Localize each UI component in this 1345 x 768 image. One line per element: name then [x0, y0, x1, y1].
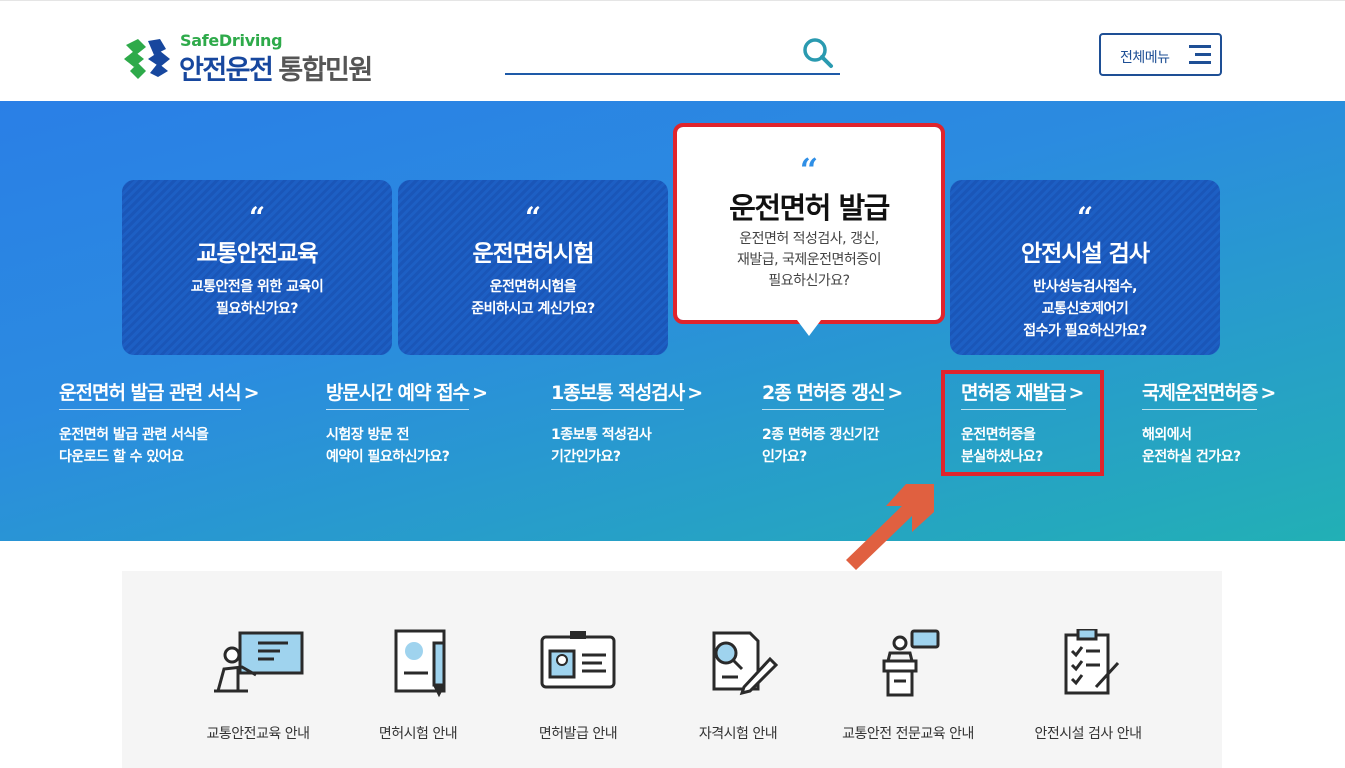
chevron-right-icon: > [243, 382, 260, 404]
link-class2-renewal[interactable]: 2종 면허증 갱신 > 2종 면허증 갱신기간인가요? [762, 378, 903, 468]
chevron-right-icon: > [472, 382, 488, 404]
link-title: 국제운전면허증 [1142, 378, 1258, 410]
hero-section: “ 교통안전교육 교통안전을 위한 교육이 필요하신가요? “ 운전면허시험 운… [0, 101, 1345, 541]
service-guide-panel: 교통안전교육 안내 면허시험 안내 면허발급 안내 자격시험 안내 교통안전 전… [122, 571, 1222, 768]
card-desc-line: 운전면허시험을 [489, 279, 577, 295]
service-label: 교통안전 전문교육 안내 [842, 726, 974, 742]
full-menu-button[interactable]: 전체메뉴 [1099, 33, 1222, 76]
service-safety-facility-inspection[interactable]: 안전시설 검사 안내 [1008, 571, 1168, 768]
chevron-right-icon: > [687, 382, 704, 404]
quote-icon: “ [524, 201, 542, 234]
search-input[interactable] [505, 73, 840, 75]
card-desc: 반사성능검사접수, 교통신호제어기 접수가 필요하신가요? [950, 276, 1220, 342]
card-desc-line: 운전면허 적성검사, 갱신, [739, 231, 879, 247]
service-license-issuance[interactable]: 면허발급 안내 [498, 571, 658, 768]
quote-icon: “ [1076, 201, 1094, 234]
link-desc-line: 시험장 방문 전 [326, 427, 410, 443]
annotation-arrow-icon [846, 484, 934, 574]
link-desc: 운전면허 발급 관련 서식을다운로드 할 수 있어요 [59, 424, 260, 468]
link-international-license[interactable]: 국제운전면허증 > 해외에서운전하실 건가요? [1142, 378, 1276, 468]
qualification-exam-icon [712, 631, 779, 696]
link-desc-line: 2종 면허증 갱신기간 [762, 427, 880, 443]
service-license-exam[interactable]: 면허시험 안내 [338, 571, 498, 768]
card-desc-line: 교통안전을 위한 교육이 [190, 279, 324, 295]
highlight-box [941, 370, 1104, 476]
link-title: 2종 면허증 갱신 [762, 378, 885, 410]
link-desc: 2종 면허증 갱신기간인가요? [762, 424, 903, 468]
link-desc-line: 운전면허 발급 관련 서식을 [59, 427, 209, 443]
speaker-podium-icon [882, 629, 940, 697]
logo-title-gray: 통합민원 [278, 55, 373, 86]
card-license-issuance[interactable]: “ 운전면허 발급 운전면허 적성검사, 갱신, 재발급, 국제운전면허증이 필… [673, 123, 945, 324]
link-desc-line: 예약이 필요하신가요? [326, 449, 450, 465]
active-card-pointer [797, 320, 821, 336]
exam-document-icon [394, 629, 446, 698]
quote-icon: “ [248, 201, 266, 234]
card-safety-facility-inspection[interactable]: “ 안전시설 검사 반사성능검사접수, 교통신호제어기 접수가 필요하신가요? [950, 180, 1220, 355]
link-desc: 해외에서운전하실 건가요? [1142, 424, 1276, 468]
service-label: 안전시설 검사 안내 [1034, 726, 1142, 742]
link-desc-line: 운전하실 건가요? [1142, 449, 1241, 465]
card-desc: 교통안전을 위한 교육이 필요하신가요? [122, 276, 392, 320]
card-title: 교통안전교육 [196, 241, 319, 267]
clover-logo-icon [124, 39, 170, 79]
link-desc-line: 인가요? [762, 449, 807, 465]
link-desc-line: 다운로드 할 수 있어요 [59, 449, 184, 465]
chevron-right-icon: > [887, 382, 904, 404]
link-desc: 1종보통 적성검사기간인가요? [551, 424, 703, 468]
id-card-icon [540, 631, 616, 689]
card-desc-line: 필요하신가요? [768, 273, 850, 289]
card-desc-line: 반사성능검사접수, [1033, 279, 1137, 295]
logo-title: 안전운전 통합민원 [179, 48, 373, 87]
card-title: 운전면허 발급 [729, 191, 890, 225]
card-desc-line: 교통신호제어기 [1041, 301, 1129, 317]
service-specialized-education[interactable]: 교통안전 전문교육 안내 [808, 571, 1008, 768]
link-issuance-forms[interactable]: 운전면허 발급 관련 서식 > 운전면허 발급 관련 서식을다운로드 할 수 있어… [59, 378, 260, 468]
card-desc-line: 필요하신가요? [216, 301, 298, 317]
chevron-right-icon: > [1260, 382, 1277, 404]
card-desc-line: 접수가 필요하신가요? [1023, 323, 1147, 339]
link-title: 운전면허 발급 관련 서식 [59, 378, 242, 410]
link-class1-aptitude-test[interactable]: 1종보통 적성검사 > 1종보통 적성검사 기간인가요? [551, 378, 703, 468]
card-desc: 운전면허시험을 준비하시고 계신가요? [398, 276, 668, 320]
link-desc: 시험장 방문 전예약이 필요하신가요? [326, 424, 488, 468]
card-desc: 운전면허 적성검사, 갱신, 재발급, 국제운전면허증이 필요하신가요? [697, 229, 921, 292]
card-desc-line: 준비하시고 계신가요? [471, 301, 595, 317]
hamburger-icon [1189, 45, 1211, 65]
service-traffic-education[interactable]: 교통안전교육 안내 [178, 571, 338, 768]
link-desc-line: 1종보통 적성검사 [551, 427, 652, 443]
search-icon[interactable] [800, 35, 834, 69]
link-desc-line: 기간인가요? [551, 449, 621, 465]
service-qualification-exam[interactable]: 자격시험 안내 [658, 571, 818, 768]
card-license-exam[interactable]: “ 운전면허시험 운전면허시험을 준비하시고 계신가요? [398, 180, 668, 355]
site-logo[interactable]: SafeDriving 안전운전 통합민원 [122, 31, 412, 86]
logo-title-blue: 안전운전 [179, 55, 274, 86]
link-title: 방문시간 예약 접수 [326, 378, 470, 410]
service-label: 면허시험 안내 [378, 726, 458, 742]
card-title: 운전면허시험 [472, 241, 595, 267]
lecture-icon [214, 631, 304, 693]
quote-icon: “ [799, 151, 819, 189]
card-title: 안전시설 검사 [1021, 241, 1150, 267]
link-visit-reservation[interactable]: 방문시간 예약 접수 > 시험장 방문 전예약이 필요하신가요? [326, 378, 488, 468]
service-label: 교통안전교육 안내 [206, 726, 311, 742]
card-desc-line: 재발급, 국제운전면허증이 [736, 252, 882, 268]
site-header: SafeDriving 안전운전 통합민원 전체메뉴 [0, 0, 1345, 101]
card-traffic-safety-education[interactable]: “ 교통안전교육 교통안전을 위한 교육이 필요하신가요? [122, 180, 392, 355]
checklist-clipboard-icon [1064, 629, 1120, 695]
service-label: 면허발급 안내 [538, 726, 618, 742]
link-title: 1종보통 적성검사 [551, 378, 685, 410]
full-menu-label: 전체메뉴 [1120, 50, 1170, 66]
service-label: 자격시험 안내 [698, 726, 778, 742]
link-desc-line: 해외에서 [1142, 427, 1192, 443]
